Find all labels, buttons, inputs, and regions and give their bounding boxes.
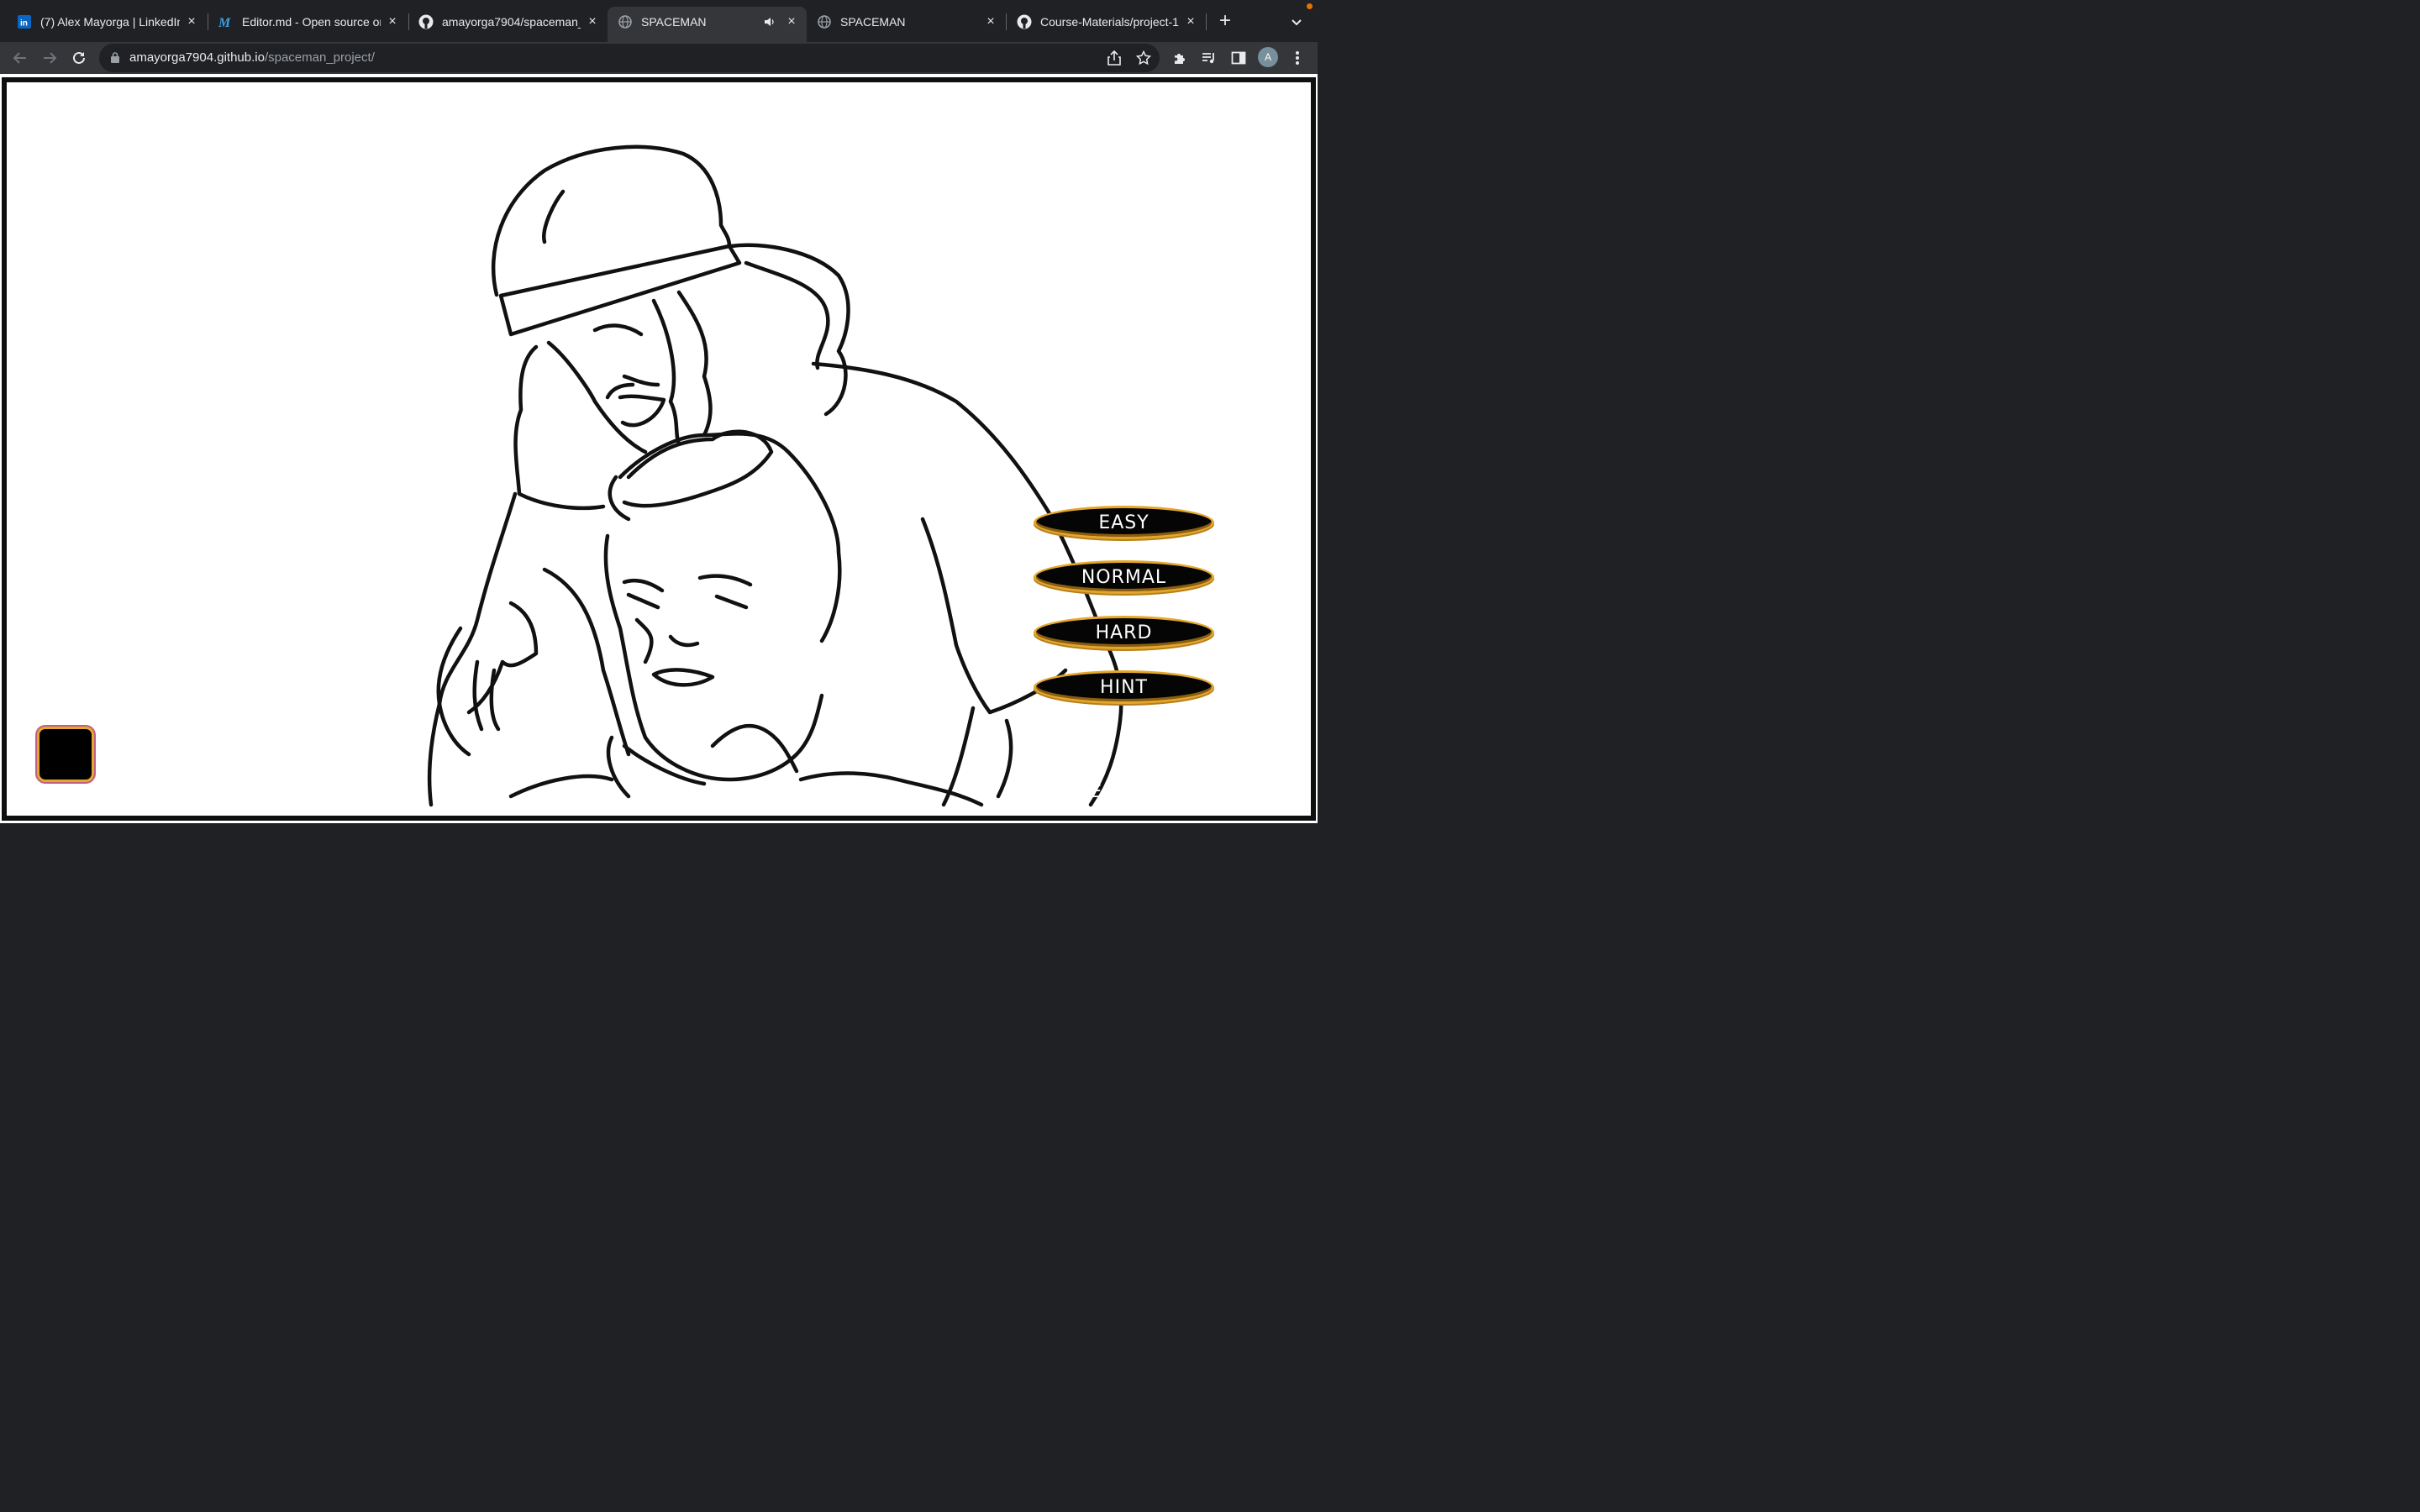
- extensions-puzzle-icon[interactable]: [1171, 50, 1188, 66]
- reload-button[interactable]: [69, 48, 89, 68]
- tab-github-repo[interactable]: amayorga7904/spaceman_ ×: [408, 7, 608, 37]
- hint-button[interactable]: HINT: [1034, 670, 1214, 704]
- tab-title: Editor.md - Open source online: [242, 15, 381, 29]
- linkedin-icon: in: [17, 14, 32, 29]
- svg-text:in: in: [20, 19, 28, 29]
- page-viewport: EASY NORMAL HARD HINT TE: [0, 74, 1318, 823]
- github-icon: [418, 14, 434, 29]
- tab-title: (7) Alex Mayorga | LinkedIn: [40, 15, 180, 29]
- close-tab-icon[interactable]: ×: [185, 15, 198, 29]
- browser-tab-bar: in (7) Alex Mayorga | LinkedIn × M Edito…: [0, 0, 1318, 42]
- side-panel-icon[interactable]: [1230, 50, 1247, 66]
- tab-title: SPACEMAN: [641, 15, 707, 29]
- forward-button[interactable]: [39, 48, 60, 68]
- url-path: /spaceman_project/: [264, 50, 375, 65]
- close-tab-icon[interactable]: ×: [984, 15, 997, 29]
- line-art-illustration: [427, 144, 1123, 807]
- globe-icon: [618, 14, 633, 29]
- tab-spaceman-active[interactable]: SPACEMAN ×: [608, 7, 807, 42]
- address-bar[interactable]: amayorga7904.github.io/spaceman_project/: [99, 44, 1160, 72]
- browser-toolbar: amayorga7904.github.io/spaceman_project/…: [0, 42, 1318, 74]
- easy-button[interactable]: EASY: [1034, 506, 1214, 539]
- tab-course-materials[interactable]: Course-Materials/project-1 ×: [1007, 7, 1206, 37]
- share-icon[interactable]: [1106, 50, 1123, 66]
- game-canvas-frame: [2, 77, 1316, 821]
- tab-title: Course-Materials/project-1: [1040, 15, 1179, 29]
- url-host: amayorga7904.github.io: [129, 50, 265, 65]
- tab-editormd[interactable]: M Editor.md - Open source online ×: [208, 7, 408, 37]
- url-text[interactable]: amayorga7904.github.io/spaceman_project/: [129, 50, 375, 65]
- bookmark-star-icon[interactable]: [1135, 50, 1152, 66]
- tab-linkedin[interactable]: in (7) Alex Mayorga | LinkedIn ×: [7, 7, 207, 37]
- profile-avatar[interactable]: A: [1258, 47, 1278, 67]
- tab-spaceman[interactable]: SPACEMAN ×: [807, 7, 1006, 37]
- new-tab-button[interactable]: +: [1215, 11, 1235, 32]
- media-queue-icon[interactable]: [1201, 50, 1218, 66]
- svg-text:M: M: [218, 16, 231, 29]
- close-tab-icon[interactable]: ×: [785, 15, 798, 29]
- close-tab-icon[interactable]: ×: [586, 15, 599, 29]
- close-tab-icon[interactable]: ×: [1184, 15, 1197, 29]
- tab-search-chevron-icon[interactable]: [1288, 13, 1305, 30]
- tab-title: SPACEMAN: [840, 15, 906, 29]
- close-tab-icon[interactable]: ×: [386, 15, 399, 29]
- more-menu-icon[interactable]: [1289, 50, 1306, 66]
- tab-separator: [1206, 13, 1207, 30]
- tab-title: amayorga7904/spaceman_: [442, 15, 581, 29]
- hard-button[interactable]: HARD: [1034, 616, 1214, 649]
- editormd-icon: M: [218, 14, 234, 29]
- globe-icon: [817, 14, 832, 29]
- lock-icon[interactable]: [111, 52, 119, 67]
- color-swatch-button[interactable]: [37, 727, 94, 782]
- audio-playing-icon[interactable]: [763, 15, 776, 29]
- back-button[interactable]: [10, 48, 30, 68]
- github-icon: [1017, 14, 1032, 29]
- update-indicator-dot: [1307, 3, 1313, 9]
- normal-button[interactable]: NORMAL: [1034, 560, 1214, 594]
- partially-hidden-text: TE: [1081, 781, 1102, 801]
